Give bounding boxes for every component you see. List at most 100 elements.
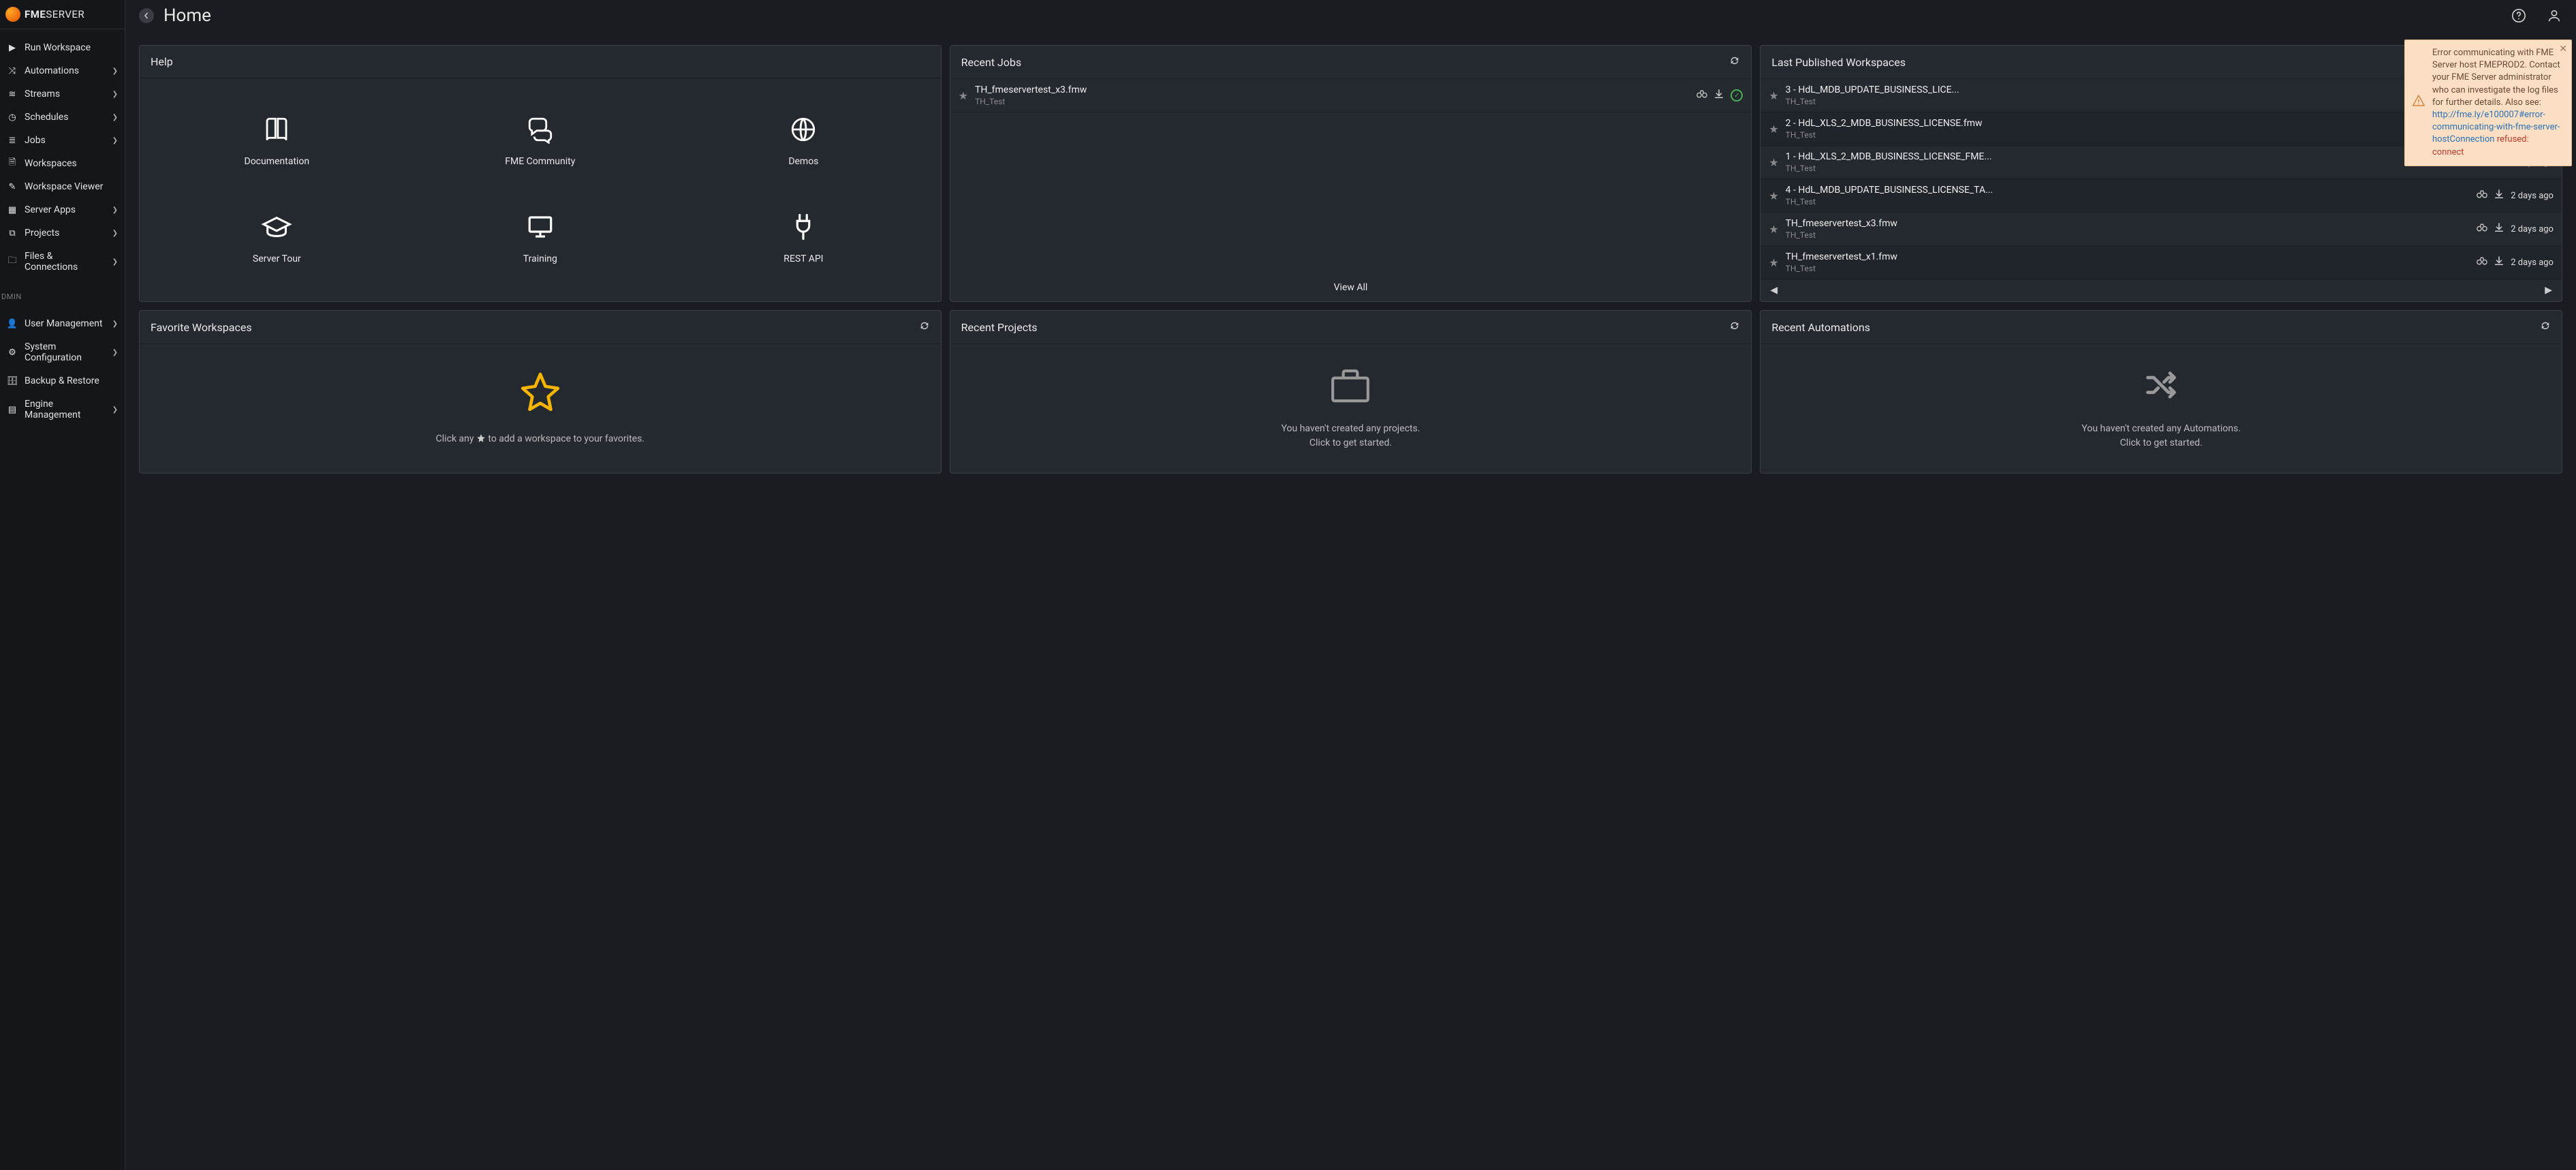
chevron-right-icon: ❯ [112, 258, 118, 266]
nav-label: Run Workspace [25, 42, 118, 53]
doc-icon: 🗎 [7, 158, 18, 169]
nav-item-engine-management[interactable]: ▤Engine Management❯ [0, 392, 125, 427]
workspace-row[interactable]: ★TH_fmeservertest_x3.fmwTH_Test2 days ag… [1760, 213, 2562, 246]
help-label: Server Tour [253, 253, 301, 264]
refresh-icon[interactable] [1729, 55, 1740, 69]
nav-label: Backup & Restore [25, 375, 118, 386]
nav-label: User Management [25, 318, 106, 329]
brand-text: FMESERVER [25, 8, 84, 20]
nav-item-streams[interactable]: ≋Streams❯ [0, 82, 125, 106]
star-icon[interactable]: ★ [1769, 89, 1778, 102]
magic-icon: ✎ [7, 181, 18, 192]
star-icon[interactable]: ★ [1769, 223, 1778, 236]
projects-empty-text[interactable]: You haven't created any projects. Click … [1282, 422, 1421, 450]
help-demos[interactable]: Demos [672, 92, 935, 190]
collapse-sidebar-button[interactable] [139, 8, 154, 23]
view-all-link[interactable]: View All [950, 274, 1752, 301]
star-icon[interactable]: ★ [1769, 156, 1778, 169]
favorites-title: Favorite Workspaces [151, 321, 919, 334]
help-icon[interactable] [2511, 7, 2527, 24]
workspace-sub: TH_Test [1786, 130, 2470, 140]
close-icon[interactable]: ✕ [2559, 43, 2567, 57]
workspace-sub: TH_Test [1786, 97, 2513, 106]
workspace-row[interactable]: ★4 - HdL_MDB_UPDATE_BUSINESS_LICENSE_TA.… [1760, 179, 2562, 213]
brand-logo[interactable]: FMESERVER [0, 0, 125, 29]
download-icon[interactable] [2494, 223, 2504, 235]
user-icon[interactable] [2546, 7, 2562, 24]
chevron-right-icon: ❯ [112, 230, 118, 237]
nav-item-projects[interactable]: ⧉Projects❯ [0, 221, 125, 245]
chevron-right-icon: ❯ [112, 137, 118, 144]
pager-next[interactable]: ▶ [2545, 285, 2552, 296]
nav-item-workspace-viewer[interactable]: ✎Workspace Viewer [0, 175, 125, 198]
star-icon[interactable]: ★ [959, 89, 968, 102]
nav-label: Projects [25, 228, 106, 238]
automations-empty-text[interactable]: You haven't created any Automations. Cli… [2081, 422, 2241, 450]
plug-icon [790, 213, 816, 241]
fme-logo-icon [5, 7, 20, 22]
favorites-empty-text: Click any to add a workspace to your fav… [436, 432, 645, 446]
workspace-sub: TH_Test [1786, 164, 2470, 173]
help-rest-api[interactable]: REST API [672, 190, 935, 288]
nav-item-system-configuration[interactable]: ⚙System Configuration❯ [0, 335, 125, 369]
binoculars-icon[interactable] [1696, 89, 1707, 102]
refresh-icon[interactable] [919, 320, 930, 334]
chevron-right-icon: ❯ [112, 206, 118, 214]
clock-icon: ◷ [7, 112, 18, 123]
nav-item-run-workspace[interactable]: ▶Run Workspace [0, 36, 125, 59]
recent-projects-card: Recent Projects You haven't created any … [950, 310, 1752, 474]
nav-item-server-apps[interactable]: ▦Server Apps❯ [0, 198, 125, 221]
nav-item-workspaces[interactable]: 🗎 Workspaces [0, 152, 125, 175]
refresh-icon[interactable] [2540, 320, 2551, 334]
binoculars-icon[interactable] [2477, 223, 2487, 235]
list-icon: ≣ [7, 135, 18, 146]
workspace-time: 2 days ago [2511, 258, 2554, 268]
toast-text: Error communicating with FME Server host… [2432, 48, 2560, 108]
download-icon[interactable] [2494, 256, 2504, 268]
nav-item-schedules[interactable]: ◷ Schedules ❯ [0, 106, 125, 129]
help-server-tour[interactable]: Server Tour [145, 190, 409, 288]
nav-label: Files & Connections [25, 251, 106, 273]
nav-label: Automations [25, 65, 106, 76]
refresh-icon[interactable] [1729, 320, 1740, 334]
recent-automations-card: Recent Automations You haven't created a… [1760, 310, 2562, 474]
nav-item-files-connections[interactable]: 🗀Files & Connections❯ [0, 245, 125, 279]
chat-icon [526, 115, 555, 144]
help-documentation[interactable]: Documentation [145, 92, 409, 190]
nav-label: Schedules [25, 112, 106, 123]
star-icon[interactable]: ★ [1769, 189, 1778, 202]
binoculars-icon[interactable] [2477, 189, 2487, 202]
nav-label: Server Apps [25, 204, 106, 215]
recent-jobs-card: Recent Jobs ★TH_fmeservertest_x3.fmwTH_T… [950, 45, 1752, 302]
chevron-right-icon: ❯ [112, 320, 118, 328]
star-icon [519, 371, 561, 422]
workspace-time: 2 days ago [2511, 224, 2554, 234]
job-title: TH_fmeservertest_x3.fmw [975, 84, 1690, 95]
chevron-right-icon: ❯ [112, 406, 118, 414]
download-icon[interactable] [2494, 189, 2504, 202]
star-icon[interactable]: ★ [1769, 123, 1778, 136]
recent-projects-title: Recent Projects [961, 321, 1730, 334]
pager-prev[interactable]: ◀ [1770, 285, 1778, 296]
chevron-right-icon: ❯ [112, 91, 118, 98]
nav-item-backup-restore[interactable]: 🗄Backup & Restore [0, 369, 125, 392]
nav-item-jobs[interactable]: ≣Jobs❯ [0, 129, 125, 152]
chevron-right-icon: ❯ [112, 114, 118, 121]
job-row[interactable]: ★TH_fmeservertest_x3.fmwTH_Test✓ [950, 79, 1752, 112]
job-sub: TH_Test [975, 97, 1690, 106]
nav-label: Workspaces [25, 158, 118, 169]
workspace-sub: TH_Test [1786, 197, 2470, 206]
help-fme-community[interactable]: FME Community [409, 92, 672, 190]
binoculars-icon[interactable] [2477, 256, 2487, 268]
help-title: Help [151, 55, 930, 68]
globe-icon [789, 115, 818, 144]
shuffle-icon [2140, 367, 2182, 412]
download-icon[interactable] [1714, 89, 1724, 102]
star-icon[interactable]: ★ [1769, 256, 1778, 269]
workspace-row[interactable]: ★TH_fmeservertest_x1.fmwTH_Test2 days ag… [1760, 246, 2562, 279]
briefcase-icon [1329, 367, 1371, 412]
nav-admin: 👤User Management❯⚙System Configuration❯🗄… [0, 305, 125, 427]
nav-item-automations[interactable]: ⤨Automations❯ [0, 59, 125, 82]
nav-item-user-management[interactable]: 👤User Management❯ [0, 312, 125, 335]
help-training[interactable]: Training [409, 190, 672, 288]
